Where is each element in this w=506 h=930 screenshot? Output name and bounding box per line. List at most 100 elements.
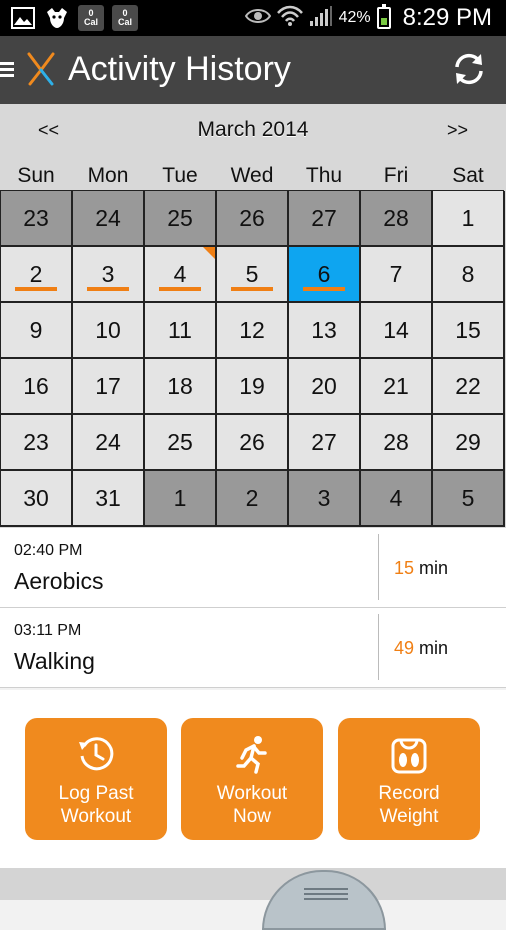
calendar-day-cell[interactable]: 29 (433, 415, 505, 471)
day-number: 28 (383, 428, 409, 455)
cal-badge-bottom: Cal (83, 17, 98, 27)
app-logo-icon[interactable] (26, 52, 56, 86)
calendar-day-cell[interactable]: 21 (361, 359, 433, 415)
workout-name: Aerobics (14, 568, 104, 594)
weekday-header: Sun Mon Tue Wed Thu Fri Sat (0, 164, 506, 190)
workout-row-aerobics[interactable]: 02:40 PM Aerobics 15 min (0, 528, 506, 608)
day-number: 26 (239, 428, 265, 455)
status-bar: 0 Cal 0 Cal 42% 8:29 PM (0, 0, 506, 36)
log-past-workout-button[interactable]: Log Past Workout (25, 718, 167, 840)
notification-icons: 0 Cal 0 Cal (10, 5, 138, 31)
calendar-day-cell[interactable]: 12 (217, 303, 289, 359)
calendar-day-cell[interactable]: 11 (145, 303, 217, 359)
calendar-day-cell[interactable]: 30 (1, 471, 73, 527)
clock: 8:29 PM (402, 4, 492, 31)
weekday-label: Tue (162, 164, 198, 187)
calendar-day-cell[interactable]: 5 (433, 471, 505, 527)
activity-indicator (87, 287, 129, 291)
calendar-day-cell[interactable]: 26 (217, 415, 289, 471)
grip-icon (304, 888, 348, 903)
calendar-day-cell[interactable]: 26 (217, 191, 289, 247)
day-number: 13 (311, 316, 337, 343)
hamburger-icon[interactable] (0, 62, 14, 78)
weekday-label: Sat (452, 164, 484, 187)
workout-row-walking[interactable]: 03:11 PM Walking 49 min (0, 608, 506, 688)
day-number: 6 (317, 260, 331, 287)
calendar-day-cell[interactable]: 7 (361, 247, 433, 303)
signal-icon (309, 5, 333, 32)
next-month-button[interactable]: >> (447, 120, 468, 141)
calendar-day-cell[interactable]: 24 (73, 191, 145, 247)
button-label: Workout Now (181, 782, 323, 828)
day-number: 5 (461, 484, 475, 511)
label-line: Now (232, 806, 271, 827)
calendar-day-cell[interactable]: 3 (289, 471, 361, 527)
weekday-label: Fri (383, 164, 409, 187)
duration-unit: min (419, 558, 449, 578)
note-corner-marker (203, 247, 215, 259)
workout-now-button[interactable]: Workout Now (181, 718, 323, 840)
calendar-day-cell[interactable]: 25 (145, 415, 217, 471)
calendar-day-cell[interactable]: 20 (289, 359, 361, 415)
calendar-day-cell[interactable]: 9 (1, 303, 73, 359)
calendar-day-cell[interactable]: 23 (1, 415, 73, 471)
calendar-day-cell[interactable]: 28 (361, 415, 433, 471)
calendar-day-cell[interactable]: 22 (433, 359, 505, 415)
calendar-day-cell[interactable]: 14 (361, 303, 433, 359)
day-number: 20 (311, 372, 337, 399)
bottom-bar (0, 868, 506, 930)
workout-time: 03:11 PM (14, 622, 82, 639)
calendar-day-cell[interactable]: 1 (145, 471, 217, 527)
calendar-day-cell[interactable]: 10 (73, 303, 145, 359)
calendar-day-cell[interactable]: 28 (361, 191, 433, 247)
calendar-day-cell[interactable]: 27 (289, 415, 361, 471)
day-number: 4 (173, 260, 187, 287)
day-number: 11 (168, 316, 192, 343)
button-label: Record Weight (338, 782, 480, 828)
calendar-day-cell[interactable]: 31 (73, 471, 145, 527)
workout-duration: 49 min (394, 638, 448, 659)
calendar-day-cell[interactable]: 17 (73, 359, 145, 415)
day-number: 24 (95, 428, 121, 455)
calendar-day-cell[interactable]: 8 (433, 247, 505, 303)
calendar-day-cell[interactable]: 2 (1, 247, 73, 303)
workout-time: 02:40 PM (14, 542, 83, 559)
day-number: 1 (173, 484, 187, 511)
weekday-label: Wed (230, 164, 274, 187)
calendar-day-cell[interactable]: 4 (361, 471, 433, 527)
refresh-icon[interactable] (450, 50, 488, 88)
calendar-day-cell[interactable]: 19 (217, 359, 289, 415)
day-number: 27 (311, 204, 337, 231)
label-line: Weight (379, 806, 439, 827)
calendar-day-cell[interactable]: 23 (1, 191, 73, 247)
calendar-day-cell[interactable]: 6 (289, 247, 361, 303)
app-bar: Activity History (0, 36, 506, 104)
calendar-day-cell[interactable]: 16 (1, 359, 73, 415)
calendar-day-cell[interactable]: 15 (433, 303, 505, 359)
day-number: 15 (455, 316, 481, 343)
eye-icon (244, 7, 271, 30)
record-weight-button[interactable]: Record Weight (338, 718, 480, 840)
bird-notification-icon (44, 5, 70, 31)
drawer-handle[interactable] (262, 870, 386, 930)
day-number: 3 (101, 260, 115, 287)
scale-icon (389, 734, 429, 774)
day-number: 12 (239, 316, 265, 343)
calendar-day-cell[interactable]: 18 (145, 359, 217, 415)
calendar-day-cell[interactable]: 27 (289, 191, 361, 247)
calendar-grid: 23 24 25 26 27 28 1 2 3 4 5 6 7 8 9 10 11 12 13 14 15 16 17 18 1… (0, 190, 505, 527)
action-bar: Log Past Workout Workout Now Record Weig… (0, 690, 506, 868)
calendar-day-cell[interactable]: 3 (73, 247, 145, 303)
day-number: 23 (23, 204, 49, 231)
wifi-icon (276, 5, 303, 32)
label-line: Log Past (58, 783, 134, 804)
calendar-day-cell[interactable]: 13 (289, 303, 361, 359)
calendar-day-cell[interactable]: 2 (217, 471, 289, 527)
calendar-day-cell[interactable]: 4 (145, 247, 217, 303)
calendar-day-cell[interactable]: 25 (145, 191, 217, 247)
calendar-day-cell[interactable]: 5 (217, 247, 289, 303)
calendar-day-cell[interactable]: 1 (433, 191, 505, 247)
calendar-day-cell[interactable]: 24 (73, 415, 145, 471)
day-number: 28 (383, 204, 409, 231)
label-line: Workout (216, 783, 288, 804)
